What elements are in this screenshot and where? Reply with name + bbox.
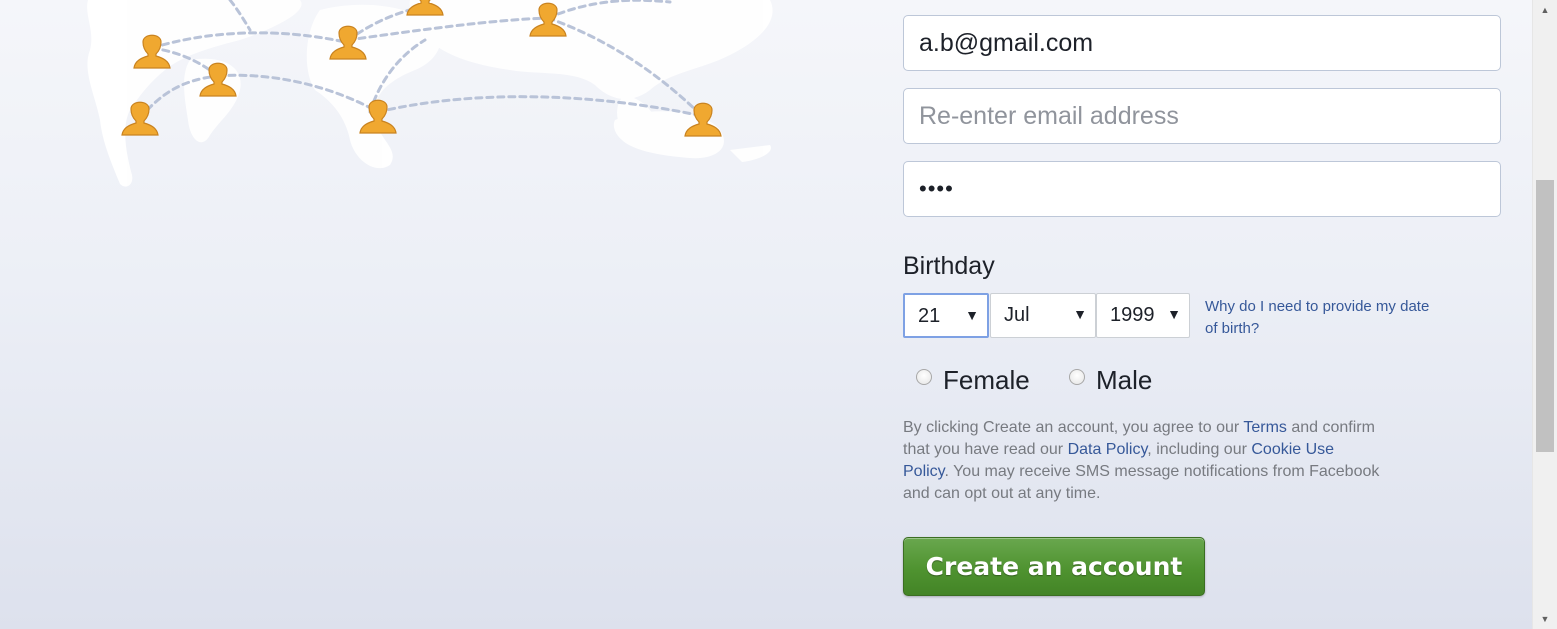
terms-link[interactable]: Terms <box>1243 419 1287 436</box>
birthday-month-value: Jul <box>1004 304 1030 326</box>
why-birthday-link[interactable]: Why do I need to provide my date of birt… <box>1205 296 1445 340</box>
scroll-up-icon[interactable]: ▲ <box>1533 2 1557 18</box>
birthday-label: Birthday <box>903 252 995 280</box>
scrollbar-thumb[interactable] <box>1536 180 1554 452</box>
scroll-down-icon[interactable]: ▼ <box>1533 611 1557 627</box>
terms-text-part: By clicking Create an account, you agree… <box>903 419 1244 436</box>
male-label: Male <box>1096 364 1153 395</box>
create-account-button[interactable]: Create an account <box>903 537 1205 596</box>
terms-text-part: , including our <box>1147 441 1252 458</box>
female-radio[interactable] <box>916 369 932 385</box>
female-label: Female <box>943 364 1030 395</box>
terms-text-part: . You may receive SMS message notificati… <box>903 463 1380 502</box>
data-policy-link[interactable]: Data Policy <box>1068 441 1148 458</box>
world-map-icon <box>87 0 773 187</box>
chevron-down-icon: ▼ <box>1167 306 1181 322</box>
terms-text: By clicking Create an account, you agree… <box>903 417 1383 505</box>
vertical-scrollbar[interactable]: ▲ ▼ <box>1532 0 1557 629</box>
reenter-email-field[interactable] <box>903 88 1501 144</box>
birthday-year-select[interactable]: 1999 ▼ <box>1096 293 1190 338</box>
male-radio[interactable] <box>1069 369 1085 385</box>
signup-form: Birthday 21 ▼ Jul ▼ 1999 ▼ Why do I need… <box>903 0 1503 629</box>
chevron-down-icon: ▼ <box>965 307 979 323</box>
gender-female-option[interactable]: Female <box>916 365 1030 395</box>
birthday-month-select[interactable]: Jul ▼ <box>990 293 1096 338</box>
gender-male-option[interactable]: Male <box>1069 365 1152 395</box>
email-field[interactable] <box>903 15 1501 71</box>
birthday-day-value: 21 <box>918 305 941 327</box>
birthday-year-value: 1999 <box>1110 304 1155 326</box>
chevron-down-icon: ▼ <box>1073 306 1087 322</box>
birthday-day-select[interactable]: 21 ▼ <box>903 293 989 338</box>
password-field[interactable] <box>903 161 1501 217</box>
